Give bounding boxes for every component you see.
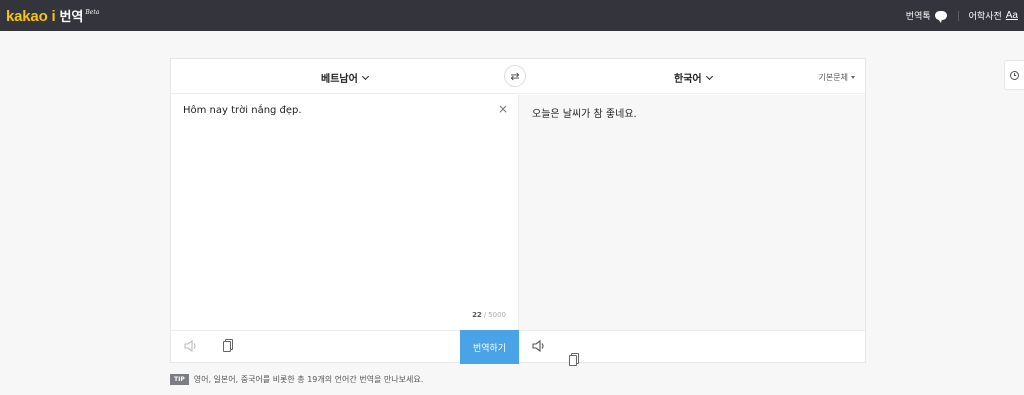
divider [957, 10, 959, 21]
close-icon: × [497, 102, 508, 116]
logo-service-name: 번역 [59, 10, 84, 25]
character-count: 22 / 5000 [472, 311, 506, 319]
translation-talk-label: 번역톡 [905, 12, 931, 22]
top-right-links: 번역톡 어학사전 Aa [906, 0, 1018, 31]
target-text-area: 오늘은 날씨가 참 좋네요. [518, 95, 865, 330]
language-bar: 베트남어 ⇄ 한국어 기본문체 [171, 59, 865, 94]
target-language-select[interactable]: 한국어 [674, 70, 713, 85]
dictionary-label: 어학사전 [968, 12, 1002, 22]
chevron-down-icon [361, 72, 369, 80]
source-language-select[interactable]: 베트남어 [321, 70, 369, 85]
chevron-down-icon [705, 72, 713, 80]
char-count-separator: / [483, 311, 487, 319]
top-navigation-bar: kakao i 번역 Beta 번역톡 어학사전 Aa [0, 0, 1024, 31]
clear-text-button[interactable]: × [498, 103, 508, 115]
char-count-current: 22 [472, 311, 482, 319]
source-language-label: 베트남어 [321, 74, 358, 85]
translation-talk-link[interactable]: 번역톡 [905, 9, 947, 23]
font-aa-icon: Aa [1005, 10, 1018, 21]
logo-brand: kakao i [6, 8, 56, 25]
target-copy-button[interactable] [567, 353, 583, 367]
dictionary-link[interactable]: 어학사전 Aa [969, 9, 1018, 22]
tip-notice: TIP 영어, 일본어, 중국어를 비롯한 총 19개의 언어간 번역을 만나보… [170, 374, 423, 385]
source-text-area[interactable]: Hôm nay trời nắng đẹp. × 22 / 5000 [171, 95, 518, 330]
source-speaker-button[interactable] [183, 339, 199, 353]
copy-icon-back [569, 355, 577, 366]
swap-icon: ⇄ [510, 69, 520, 83]
translated-text: 오늘은 날씨가 참 좋네요. [532, 109, 637, 120]
copy-icon-back [223, 341, 231, 352]
caret-down-icon [851, 76, 855, 79]
history-tab[interactable] [1004, 60, 1024, 90]
speaker-icon [532, 339, 544, 353]
style-select[interactable]: 기본문체 [819, 72, 855, 83]
source-text[interactable]: Hôm nay trời nắng đẹp. [183, 105, 302, 116]
tip-text: 영어, 일본어, 중국어를 비롯한 총 19개의 언어간 번역을 만나보세요. [193, 375, 424, 384]
logo-beta-tag: Beta [85, 9, 100, 16]
action-bar: 번역하기 [171, 330, 865, 366]
kakao-translate-logo[interactable]: kakao i 번역 Beta [6, 6, 100, 25]
clock-icon [1010, 70, 1019, 80]
chat-bubble-icon [934, 11, 947, 23]
translator-panel: 베트남어 ⇄ 한국어 기본문체 Hôm nay trời nắng đẹp. ×… [170, 58, 866, 366]
style-label: 기본문체 [818, 73, 848, 82]
speaker-icon [184, 339, 196, 353]
translate-button[interactable]: 번역하기 [460, 330, 519, 364]
char-count-max: 5000 [488, 311, 506, 319]
target-language-label: 한국어 [674, 74, 702, 85]
swap-languages-button[interactable]: ⇄ [504, 65, 526, 87]
target-speaker-button[interactable] [531, 339, 547, 353]
source-copy-button[interactable] [221, 339, 237, 353]
tip-badge: TIP [170, 374, 189, 385]
